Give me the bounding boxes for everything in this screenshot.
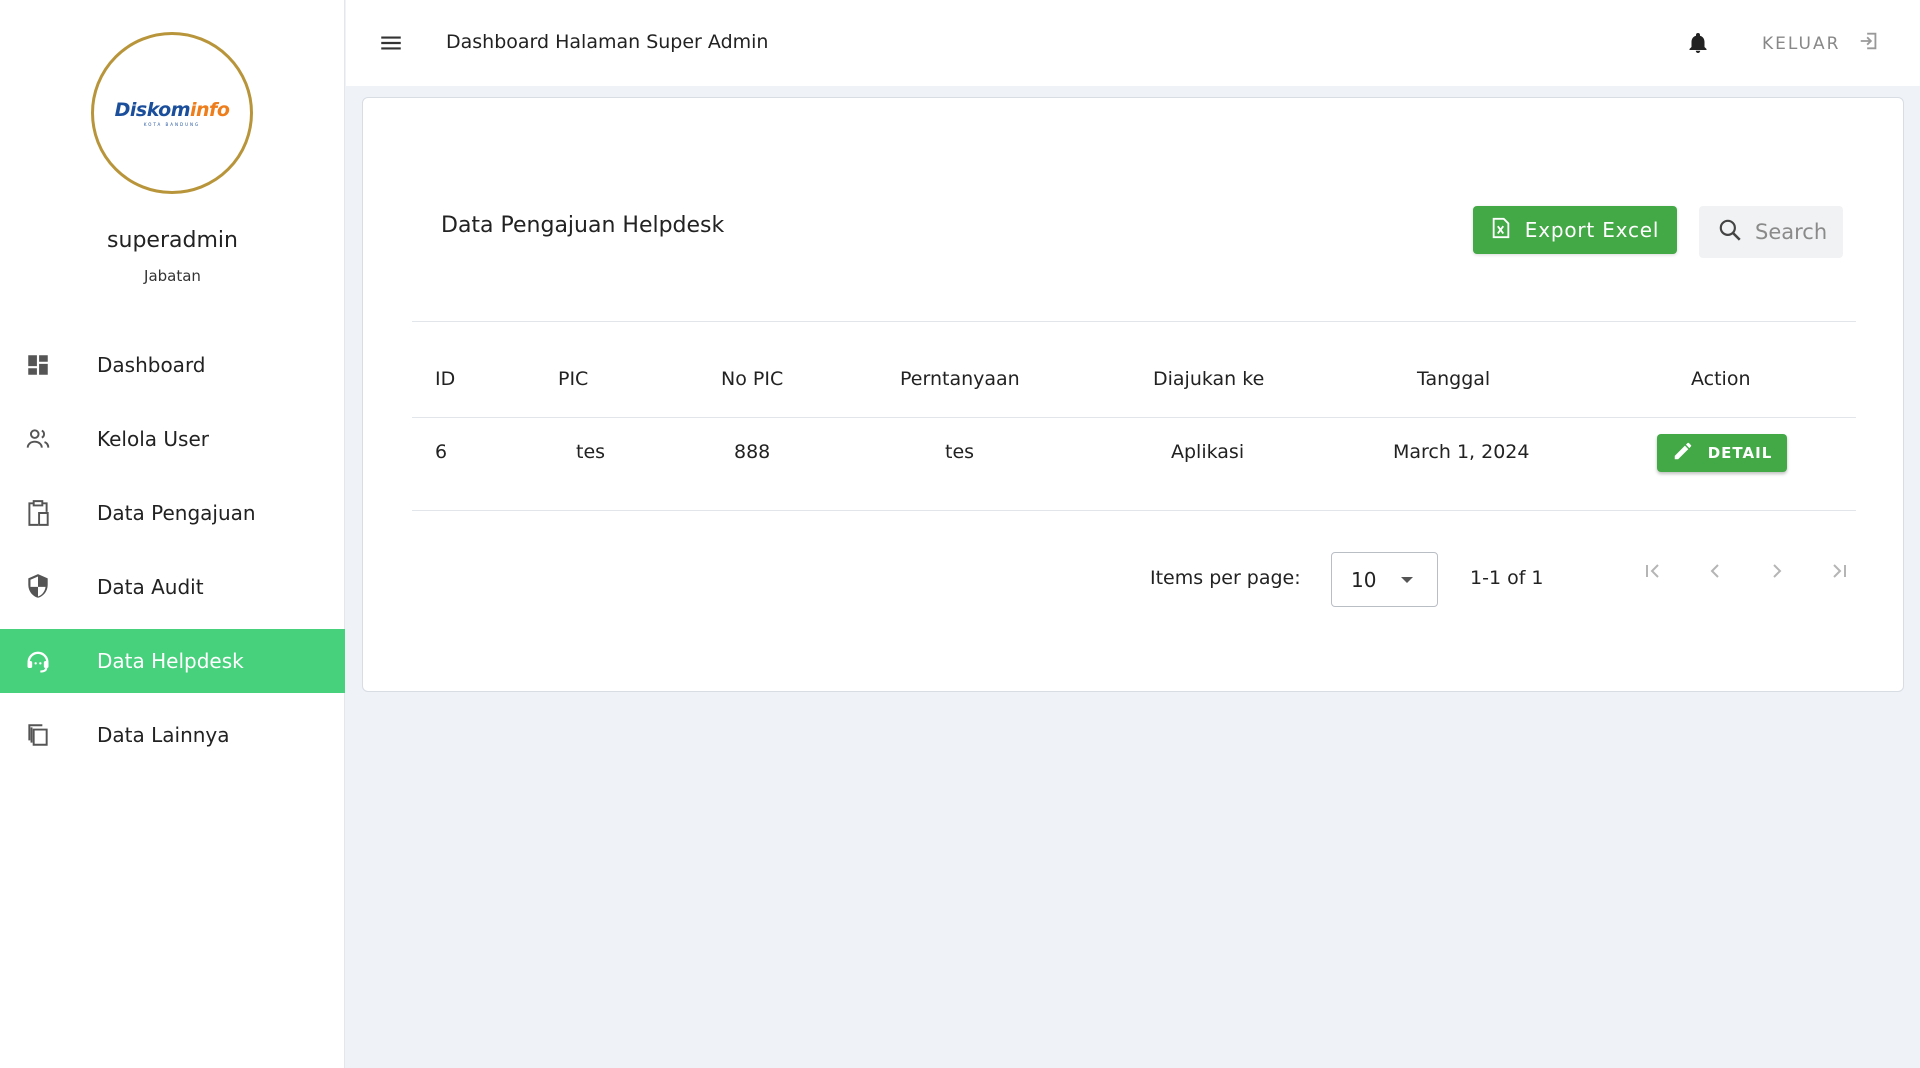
previous-page-button[interactable]	[1695, 553, 1735, 593]
user-role: Jabatan	[144, 267, 201, 285]
search-box[interactable]	[1699, 206, 1843, 258]
top-bar: Dashboard Halaman Super Admin KELUAR	[346, 0, 1920, 86]
export-excel-button[interactable]: Export Excel	[1473, 206, 1677, 254]
column-header-tanggal: Tanggal	[1417, 368, 1491, 390]
logout-icon	[1858, 30, 1880, 57]
cell-tanggal: March 1, 2024	[1393, 441, 1530, 463]
column-header-action: Action	[1691, 368, 1751, 390]
items-per-page-select[interactable]: 10	[1331, 552, 1438, 607]
excel-file-icon	[1491, 217, 1511, 244]
chevron-left-icon	[1703, 559, 1727, 587]
header-divider	[412, 321, 1856, 322]
first-page-button[interactable]	[1633, 553, 1673, 593]
cell-id: 6	[435, 441, 448, 463]
clipboard-icon	[24, 499, 52, 527]
logout-label: KELUAR	[1762, 33, 1841, 54]
page-title: Dashboard Halaman Super Admin	[446, 31, 769, 53]
pencil-icon	[1672, 440, 1694, 466]
logo-text-part2: info	[190, 99, 230, 121]
next-page-button[interactable]	[1757, 553, 1797, 593]
shield-icon	[24, 573, 52, 601]
chevron-right-icon	[1765, 559, 1789, 587]
last-page-icon	[1827, 559, 1851, 587]
row-divider	[412, 417, 1856, 418]
logo-subtext: KOTA BANDUNG	[143, 122, 201, 127]
cell-pic: tes	[576, 441, 606, 463]
sidebar-item-label: Data Helpdesk	[97, 649, 244, 673]
logout-button[interactable]: KELUAR	[1762, 30, 1880, 57]
sidebar-item-data-helpdesk[interactable]: Data Helpdesk	[0, 629, 345, 693]
sidebar-item-kelola-user[interactable]: Kelola User	[0, 407, 345, 471]
export-excel-label: Export Excel	[1524, 218, 1660, 242]
sidebar-item-label: Data Lainnya	[97, 723, 230, 747]
card-title: Data Pengajuan Helpdesk	[441, 213, 725, 238]
user-name: superadmin	[107, 228, 238, 253]
logo-text-part1: Diskom	[114, 99, 191, 121]
search-input[interactable]	[1755, 220, 1835, 244]
support-agent-icon	[24, 647, 52, 675]
sidebar: Diskominfo KOTA BANDUNG superadmin Jabat…	[0, 0, 345, 1068]
sidebar-item-label: Dashboard	[97, 353, 206, 377]
search-icon	[1717, 217, 1743, 247]
sidebar-item-label: Data Audit	[97, 575, 204, 599]
sidebar-item-data-audit[interactable]: Data Audit	[0, 555, 345, 619]
column-header-pic: PIC	[558, 368, 589, 390]
menu-icon[interactable]	[378, 30, 404, 56]
items-per-page-value: 10	[1351, 567, 1377, 592]
notification-bell-icon[interactable]	[1686, 31, 1710, 55]
helpdesk-card: Data Pengajuan Helpdesk Export Excel ID …	[362, 97, 1904, 692]
pagination-range: 1-1 of 1	[1470, 567, 1544, 589]
diskominfo-logo: Diskominfo KOTA BANDUNG	[91, 32, 253, 194]
cell-pertanyaan: tes	[945, 441, 975, 463]
detail-label: DETAIL	[1707, 444, 1773, 462]
dashboard-icon	[24, 351, 52, 379]
sidebar-item-data-pengajuan[interactable]: Data Pengajuan	[0, 481, 345, 545]
cell-no-pic: 888	[734, 441, 771, 463]
sidebar-nav: Dashboard Kelola User Data Pengajuan Dat…	[0, 333, 345, 777]
column-header-diajukan-ke: Diajukan ke	[1153, 368, 1265, 390]
first-page-icon	[1641, 559, 1665, 587]
users-icon	[24, 425, 52, 453]
column-header-no-pic: No PIC	[721, 368, 784, 390]
sidebar-item-label: Kelola User	[97, 427, 209, 451]
cell-diajukan-ke: Aplikasi	[1171, 441, 1245, 463]
copy-icon	[24, 721, 52, 749]
sidebar-item-dashboard[interactable]: Dashboard	[0, 333, 345, 397]
column-header-id: ID	[435, 368, 456, 390]
dropdown-arrow-icon	[1401, 577, 1413, 583]
detail-button[interactable]: DETAIL	[1657, 434, 1787, 472]
column-header-pertanyaan: Perntanyaan	[900, 368, 1020, 390]
sidebar-item-label: Data Pengajuan	[97, 501, 256, 525]
items-per-page-label: Items per page:	[1150, 567, 1301, 589]
last-page-button[interactable]	[1819, 553, 1859, 593]
table-bottom-divider	[412, 510, 1856, 511]
sidebar-item-data-lainnya[interactable]: Data Lainnya	[0, 703, 345, 767]
